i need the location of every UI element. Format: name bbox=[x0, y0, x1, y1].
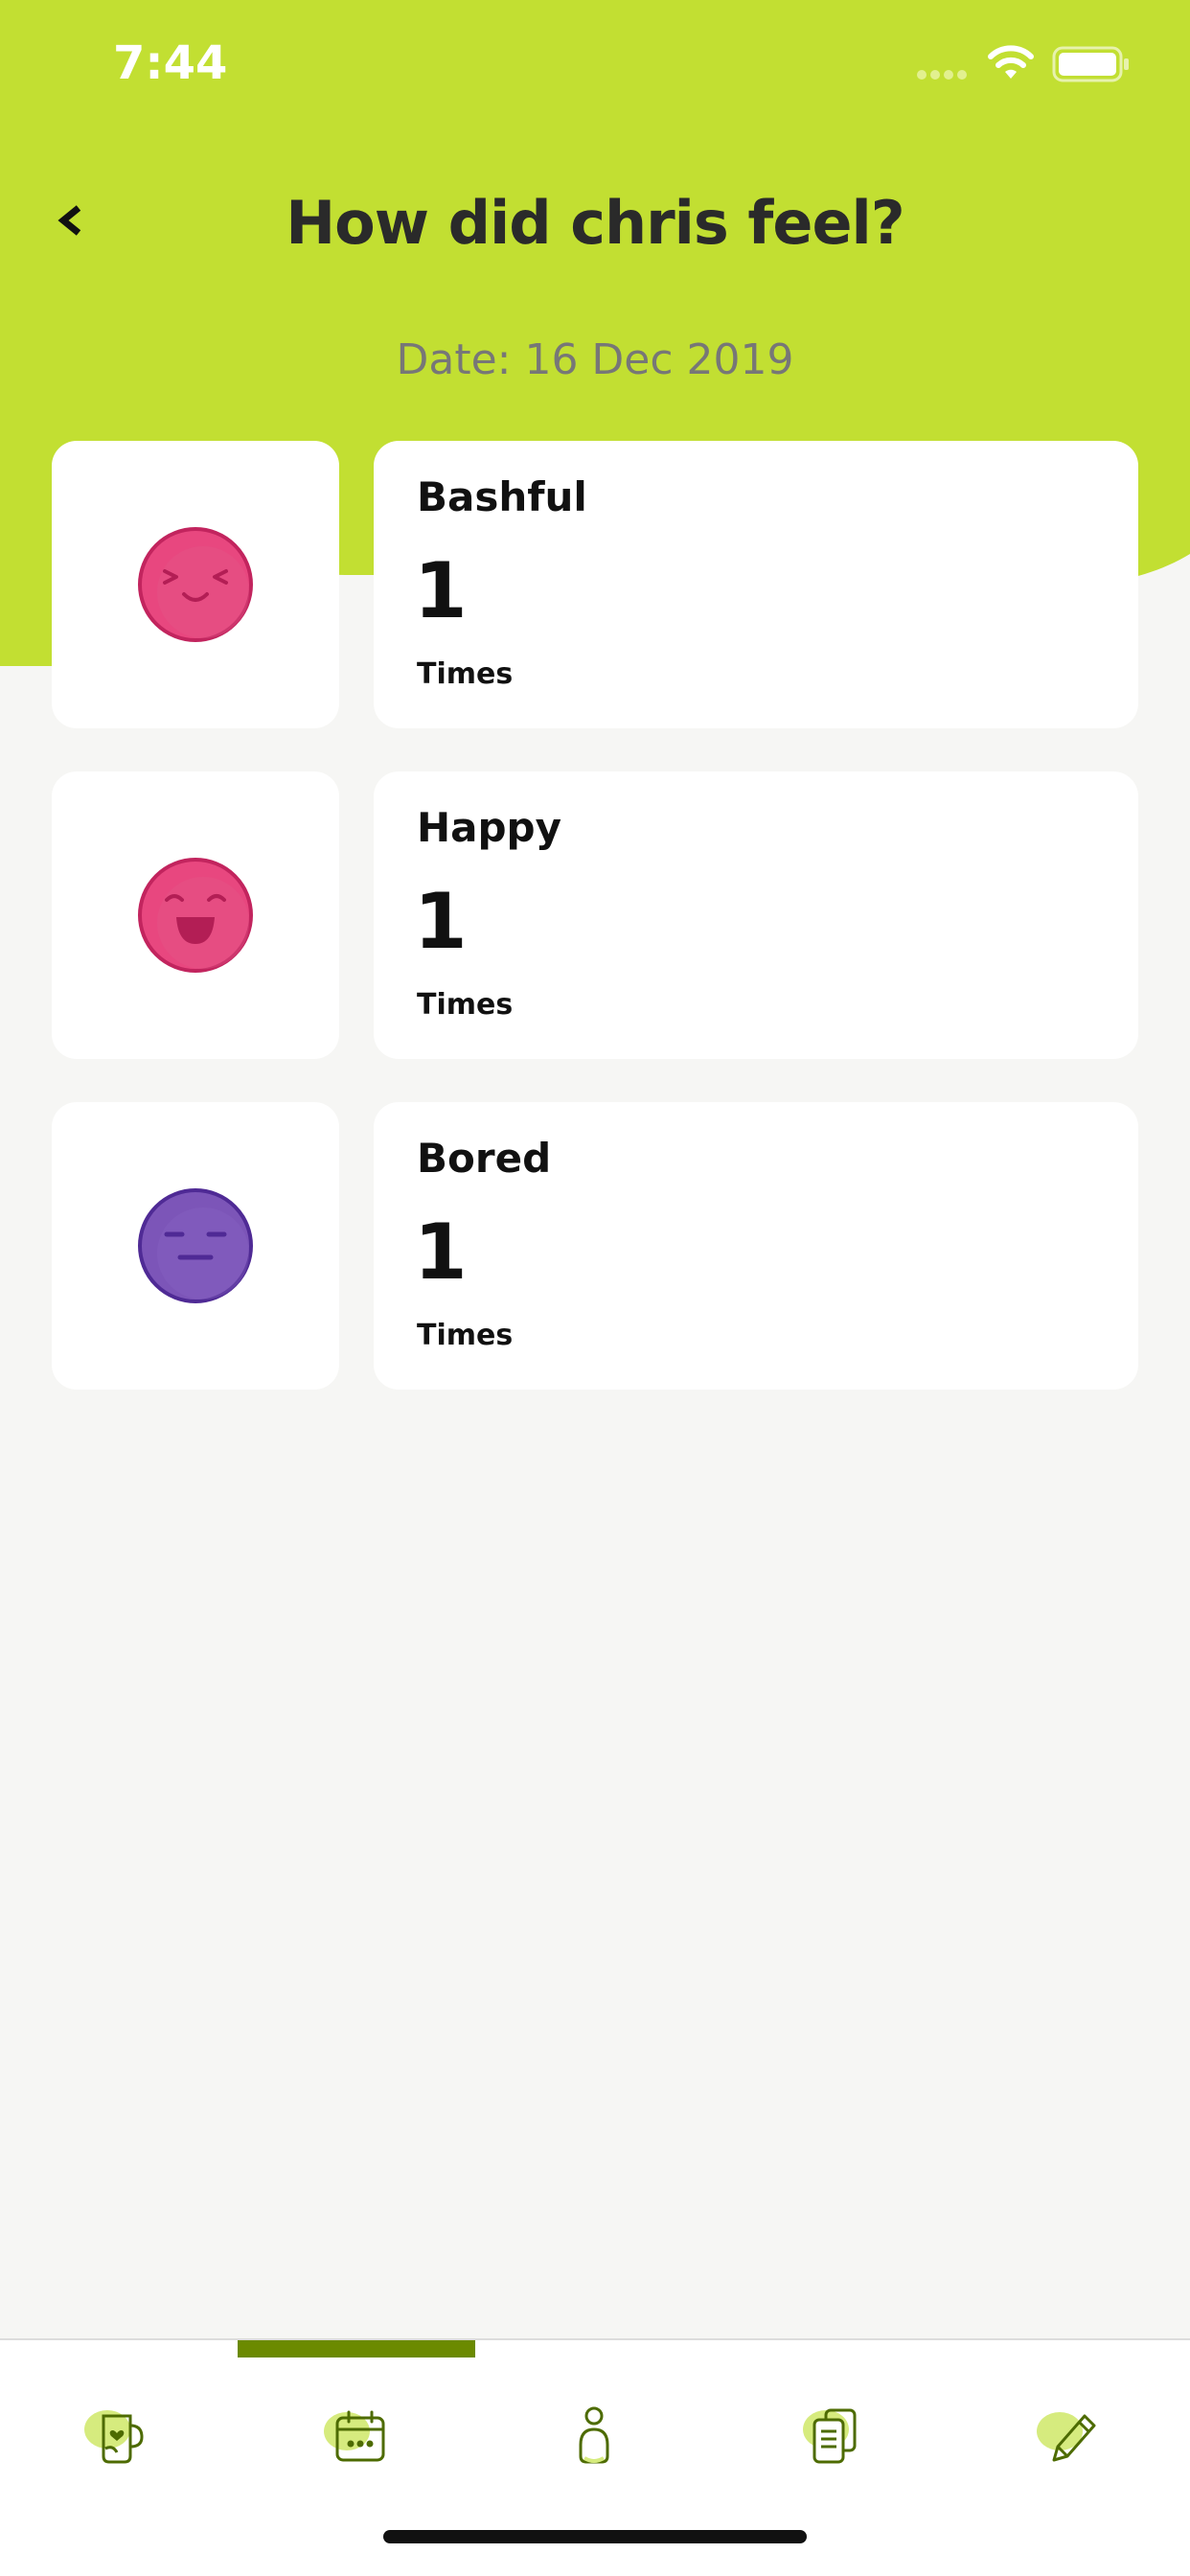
tab-person[interactable] bbox=[475, 2379, 713, 2494]
happy-face-icon bbox=[138, 858, 253, 973]
emotion-unit: Times bbox=[417, 657, 514, 691]
emotion-unit: Times bbox=[417, 1319, 514, 1352]
emotion-name: Bashful bbox=[417, 473, 587, 520]
mug-heart-icon bbox=[84, 2410, 144, 2464]
bored-face-icon bbox=[138, 1188, 253, 1303]
date-label: Date: 16 Dec 2019 bbox=[396, 335, 794, 384]
wifi-icon bbox=[988, 45, 1034, 79]
emotion-name: Bored bbox=[417, 1135, 552, 1182]
pencil-icon bbox=[1037, 2412, 1096, 2462]
status-time: 7:44 bbox=[113, 36, 228, 90]
emotion-icon-card bbox=[52, 1102, 339, 1390]
emotion-name: Happy bbox=[417, 804, 561, 851]
emotion-count: 1 bbox=[414, 877, 468, 966]
emotion-unit: Times bbox=[417, 988, 514, 1022]
emotion-row-bored: Bored 1 Times bbox=[52, 1102, 1138, 1390]
tab-documents[interactable] bbox=[713, 2379, 950, 2494]
emotion-row-happy: Happy 1 Times bbox=[52, 771, 1138, 1059]
emotion-info-card[interactable]: Bored 1 Times bbox=[374, 1102, 1138, 1390]
status-bar: 7:44 bbox=[0, 0, 1190, 134]
signal-icon bbox=[917, 70, 967, 80]
tab-mug[interactable] bbox=[0, 2379, 238, 2494]
tab-pencil[interactable] bbox=[950, 2379, 1188, 2494]
emotion-info-card[interactable]: Bashful 1 Times bbox=[374, 441, 1138, 728]
emotion-info-card[interactable]: Happy 1 Times bbox=[374, 771, 1138, 1059]
emotion-row-bashful: Bashful 1 Times bbox=[52, 441, 1138, 728]
emotion-icon-card bbox=[52, 771, 339, 1059]
emotion-count: 1 bbox=[414, 546, 468, 635]
emotion-count: 1 bbox=[414, 1208, 468, 1297]
battery-icon bbox=[1052, 46, 1129, 82]
person-icon bbox=[579, 2406, 609, 2464]
page-title: How did chris feel? bbox=[286, 188, 904, 258]
documents-icon bbox=[803, 2408, 857, 2464]
tab-calendar[interactable] bbox=[238, 2379, 475, 2494]
emotion-icon-card bbox=[52, 441, 339, 728]
calendar-icon bbox=[324, 2410, 385, 2462]
active-tab-indicator bbox=[238, 2340, 475, 2358]
home-indicator[interactable] bbox=[383, 2530, 807, 2543]
bashful-face-icon bbox=[138, 527, 253, 642]
